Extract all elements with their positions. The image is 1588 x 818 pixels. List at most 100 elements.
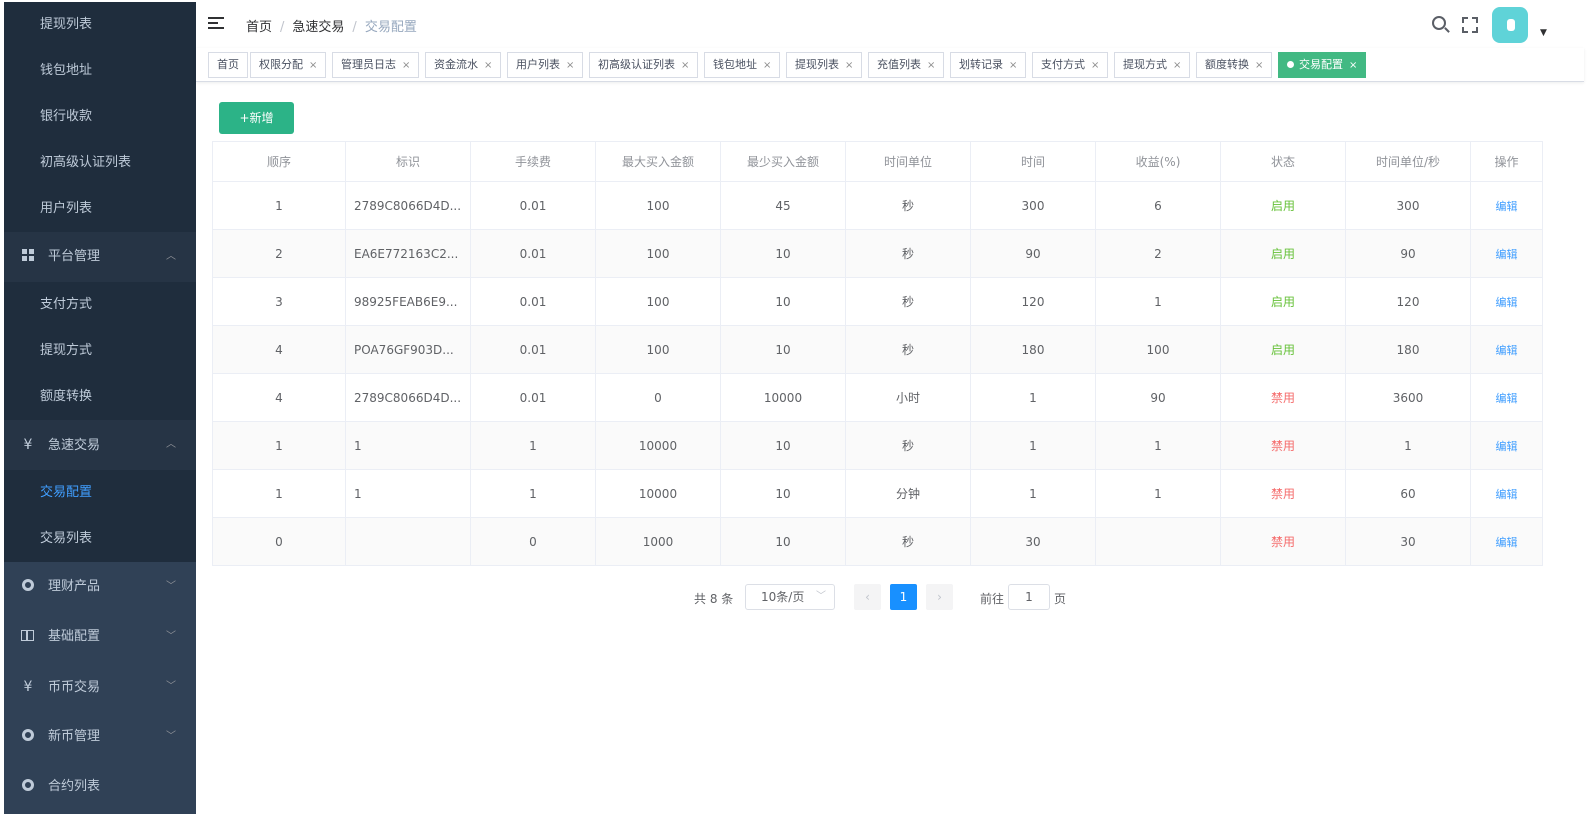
close-icon[interactable]: × bbox=[402, 60, 410, 71]
tag-admin-log[interactable]: 管理员日志 × bbox=[332, 52, 420, 78]
cell-yield: 2 bbox=[1095, 229, 1221, 278]
sidebar-item-payment-method[interactable]: 支付方式 bbox=[4, 282, 196, 328]
sidebar-group-fast-trade[interactable]: ¥ 急速交易 ︿ bbox=[4, 420, 196, 470]
sidebar-item-wallet-address[interactable]: 钱包地址 bbox=[4, 48, 196, 94]
hamburger-icon[interactable] bbox=[208, 17, 224, 31]
sidebar-item-withdraw-list[interactable]: 提现列表 bbox=[4, 2, 196, 48]
cell-order: 1 bbox=[212, 469, 346, 518]
edit-link[interactable]: 编辑 bbox=[1496, 200, 1518, 213]
close-icon[interactable]: × bbox=[484, 60, 492, 71]
table-header-row: 顺序 标识 手续费 最大买入金额 最少买入金额 时间单位 时间 收益(%) 状态… bbox=[212, 141, 1543, 182]
chevron-up-icon: ︿ bbox=[166, 251, 176, 262]
close-icon[interactable]: × bbox=[763, 60, 771, 71]
sidebar-item-kyc-list[interactable]: 初高级认证列表 bbox=[4, 140, 196, 186]
cell-min-buy: 45 bbox=[720, 181, 846, 230]
avatar[interactable] bbox=[1492, 7, 1528, 43]
cell-yield: 6 bbox=[1095, 181, 1221, 230]
sidebar-group-label: 新币管理 bbox=[48, 729, 101, 744]
ring-icon bbox=[22, 729, 34, 741]
close-icon[interactable]: × bbox=[1173, 60, 1181, 71]
close-icon[interactable]: × bbox=[1091, 60, 1099, 71]
table-row: 1 1 1 10000 10 分钟 1 1 禁用 60 编辑 bbox=[212, 469, 1543, 518]
cell-time-unit: 秒 bbox=[845, 181, 971, 230]
cell-id: 2789C8066D4D... bbox=[345, 181, 471, 230]
sidebar-item-user-list[interactable]: 用户列表 bbox=[4, 186, 196, 232]
close-icon[interactable]: × bbox=[309, 60, 317, 71]
sidebar-group-platform[interactable]: 平台管理 ︿ bbox=[4, 232, 196, 282]
edit-link[interactable]: 编辑 bbox=[1496, 392, 1518, 405]
sidebar-group-contract-list[interactable]: 合约列表 bbox=[4, 762, 196, 812]
breadcrumb-parent[interactable]: 急速交易 bbox=[292, 20, 344, 35]
close-icon[interactable]: × bbox=[1255, 60, 1263, 71]
tag-kyc-list[interactable]: 初高级认证列表 × bbox=[589, 52, 699, 78]
cell-yield: 1 bbox=[1095, 277, 1221, 326]
cell-time-unit: 秒 bbox=[845, 517, 971, 566]
tag-home[interactable]: 首页 bbox=[208, 52, 248, 78]
breadcrumb-home[interactable]: 首页 bbox=[246, 20, 272, 35]
sidebar-group-coin-trade[interactable]: ¥ 币币交易 ﹀ bbox=[4, 662, 196, 712]
sidebar-group-finance-products[interactable]: 理财产品 ﹀ bbox=[4, 562, 196, 612]
cell-time: 1 bbox=[970, 373, 1096, 422]
sidebar-group-new-coin[interactable]: 新币管理 ﹀ bbox=[4, 712, 196, 762]
sidebar-item-quota-convert[interactable]: 额度转换 bbox=[4, 374, 196, 420]
close-icon[interactable]: × bbox=[927, 60, 935, 71]
tag-wallet-address[interactable]: 钱包地址 × bbox=[704, 52, 781, 78]
prev-page-button[interactable]: ‹ bbox=[854, 584, 881, 610]
trade-config-table: 顺序 标识 手续费 最大买入金额 最少买入金额 时间单位 时间 收益(%) 状态… bbox=[212, 141, 1543, 566]
edit-link[interactable]: 编辑 bbox=[1496, 248, 1518, 261]
sidebar-group-basic-config[interactable]: 基础配置 ﹀ bbox=[4, 612, 196, 662]
close-icon[interactable]: × bbox=[1009, 60, 1017, 71]
cell-actions: 编辑 bbox=[1470, 517, 1543, 566]
tag-transfer-record[interactable]: 划转记录 × bbox=[950, 52, 1027, 78]
col-header-status: 状态 bbox=[1220, 141, 1346, 182]
fullscreen-icon[interactable] bbox=[1462, 17, 1478, 33]
goto-page-input[interactable]: 1 bbox=[1008, 584, 1050, 610]
cell-max-buy: 100 bbox=[595, 325, 721, 374]
navbar: 首页 / 急速交易 / 交易配置 ▼ bbox=[196, 2, 1584, 48]
tag-permissions[interactable]: 权限分配 × bbox=[250, 52, 327, 78]
cell-time-unit: 秒 bbox=[845, 277, 971, 326]
sidebar-item-bank-receipt[interactable]: 银行收款 bbox=[4, 94, 196, 140]
sidebar-item-trade-list[interactable]: 交易列表 bbox=[4, 516, 196, 562]
cell-yield: 1 bbox=[1095, 469, 1221, 518]
page-size-select[interactable]: 10条/页 ﹀ bbox=[745, 584, 835, 610]
goto-suffix: 页 bbox=[1054, 592, 1067, 606]
edit-link[interactable]: 编辑 bbox=[1496, 488, 1518, 501]
tag-payment-method[interactable]: 支付方式 × bbox=[1032, 52, 1109, 78]
close-icon[interactable]: × bbox=[681, 60, 689, 71]
cell-max-buy: 100 bbox=[595, 181, 721, 230]
cell-status: 禁用 bbox=[1220, 469, 1346, 518]
tag-recharge-list[interactable]: 充值列表 × bbox=[868, 52, 945, 78]
tag-quota-convert[interactable]: 额度转换 × bbox=[1196, 52, 1273, 78]
page-number-current[interactable]: 1 bbox=[890, 584, 917, 610]
tag-withdraw-list[interactable]: 提现列表 × bbox=[786, 52, 863, 78]
col-header-actions: 操作 bbox=[1470, 141, 1543, 182]
close-icon[interactable]: × bbox=[1349, 60, 1357, 71]
edit-link[interactable]: 编辑 bbox=[1496, 440, 1518, 453]
tag-user-list[interactable]: 用户列表 × bbox=[507, 52, 584, 78]
cell-status: 启用 bbox=[1220, 277, 1346, 326]
cell-time-seconds: 60 bbox=[1345, 469, 1471, 518]
tag-trade-config[interactable]: 交易配置 × bbox=[1278, 52, 1367, 78]
search-icon[interactable] bbox=[1432, 16, 1446, 30]
cell-id: 1 bbox=[345, 469, 471, 518]
edit-link[interactable]: 编辑 bbox=[1496, 536, 1518, 549]
cell-fee: 1 bbox=[470, 421, 596, 470]
edit-link[interactable]: 编辑 bbox=[1496, 344, 1518, 357]
close-icon[interactable]: × bbox=[566, 60, 574, 71]
cell-time: 90 bbox=[970, 229, 1096, 278]
col-header-time-seconds: 时间单位/秒 bbox=[1345, 141, 1471, 182]
sidebar-item-withdraw-method[interactable]: 提现方式 bbox=[4, 328, 196, 374]
cell-time-seconds: 1 bbox=[1345, 421, 1471, 470]
edit-link[interactable]: 编辑 bbox=[1496, 296, 1518, 309]
close-icon[interactable]: × bbox=[845, 60, 853, 71]
cell-order: 4 bbox=[212, 373, 346, 422]
sidebar-item-trade-config[interactable]: 交易配置 bbox=[4, 470, 196, 516]
next-page-button[interactable]: › bbox=[926, 584, 953, 610]
chevron-down-icon: ﹀ bbox=[166, 581, 176, 592]
tag-fund-flow[interactable]: 资金流水 × bbox=[425, 52, 502, 78]
caret-down-icon[interactable]: ▼ bbox=[1540, 28, 1547, 38]
tag-withdraw-method[interactable]: 提现方式 × bbox=[1114, 52, 1191, 78]
add-button[interactable]: +新增 bbox=[219, 102, 294, 134]
cell-fee: 0 bbox=[470, 517, 596, 566]
